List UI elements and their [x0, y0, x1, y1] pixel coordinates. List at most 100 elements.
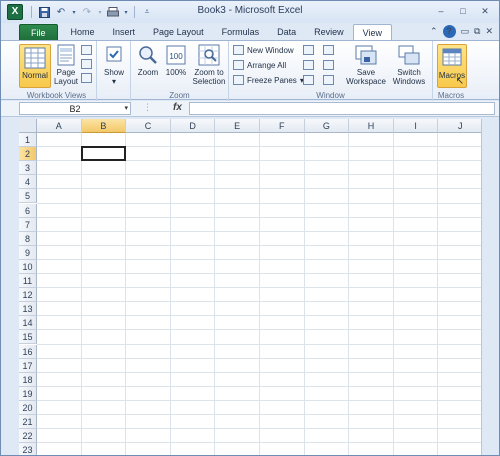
hide-button[interactable] [303, 59, 314, 71]
redo-dropdown-icon[interactable]: ▾ [97, 5, 103, 19]
tab-page-layout[interactable]: Page Layout [144, 24, 213, 41]
full-screen-icon [81, 73, 92, 83]
column-header-j[interactable]: J [438, 119, 483, 133]
gridline-vertical [437, 133, 439, 455]
formula-bar-handle-icon: ⋮ [143, 102, 152, 112]
tab-file[interactable]: File [19, 24, 58, 41]
row-header-15[interactable]: 15 [19, 330, 37, 345]
window-close-icon[interactable]: ✕ [485, 26, 493, 37]
print-dropdown-icon[interactable]: ▾ [123, 5, 129, 19]
row-header-19[interactable]: 19 [19, 386, 37, 401]
close-button[interactable]: ✕ [475, 4, 495, 18]
row-header-20[interactable]: 20 [19, 400, 37, 415]
worksheet-grid[interactable]: ABCDEFGHIJ 1 2 3 4 5 6 7 8 9 10 11 12 13 14 15 16 17 18 19… [19, 119, 483, 455]
row-header-22[interactable]: 22 [19, 429, 37, 444]
row-header-11[interactable]: 11 [19, 274, 37, 289]
reset-window-position-button[interactable] [323, 74, 334, 86]
normal-view-button[interactable]: Normal [19, 44, 51, 88]
zoom-button[interactable]: Zoom [135, 44, 161, 77]
row-header-17[interactable]: 17 [19, 358, 37, 373]
row-header-12[interactable]: 12 [19, 288, 37, 303]
row-header-5[interactable]: 5 [19, 189, 37, 204]
tab-formulas[interactable]: Formulas [213, 24, 269, 41]
row-header-16[interactable]: 16 [19, 344, 37, 359]
excel-icon[interactable]: X [7, 4, 23, 20]
row-header-13[interactable]: 13 [19, 302, 37, 317]
column-header-e[interactable]: E [215, 119, 260, 133]
tab-view[interactable]: View [352, 24, 392, 41]
tab-review[interactable]: Review [305, 24, 353, 41]
row-header-6[interactable]: 6 [19, 203, 37, 218]
column-header-f[interactable]: F [260, 119, 305, 133]
show-button[interactable]: Show ▾ [101, 44, 127, 86]
unhide-button[interactable] [303, 74, 314, 86]
row-header-23[interactable]: 23 [19, 443, 37, 455]
vertical-scrollbar[interactable] [481, 119, 499, 455]
split-button[interactable] [303, 44, 314, 56]
column-header-a[interactable]: A [37, 119, 82, 133]
redo-icon[interactable]: ↷ [80, 5, 94, 19]
switch-windows-button[interactable]: Switch Windows [389, 44, 429, 86]
show-label: Show [103, 68, 124, 77]
full-screen-button[interactable] [81, 72, 92, 84]
gridline-horizontal [37, 258, 483, 260]
help-icon[interactable]: ? [442, 25, 456, 38]
customize-qat-icon[interactable]: ⩡ [140, 5, 154, 19]
name-box-dropdown-icon[interactable]: ▾ [124, 103, 128, 115]
tab-home[interactable]: Home [62, 24, 104, 41]
tab-data[interactable]: Data [268, 24, 305, 41]
gridline-vertical [392, 133, 394, 455]
row-header-18[interactable]: 18 [19, 372, 37, 387]
column-header-b[interactable]: B [81, 119, 127, 133]
row-header-1[interactable]: 1 [19, 133, 37, 148]
column-header-c[interactable]: C [126, 119, 171, 133]
select-all-corner[interactable] [19, 119, 37, 133]
save-workspace-button[interactable]: Save Workspace [345, 44, 387, 86]
page-break-preview-button[interactable] [81, 44, 92, 56]
row-header-21[interactable]: 21 [19, 415, 37, 430]
column-header-d[interactable]: D [170, 119, 216, 133]
synchronous-scrolling-button[interactable] [323, 59, 334, 71]
window-minimize-icon[interactable]: ▭ [461, 26, 470, 37]
insert-function-button[interactable]: fx [173, 102, 182, 113]
row-header-8[interactable]: 8 [19, 231, 37, 246]
unhide-icon [303, 75, 314, 85]
active-cell[interactable] [80, 146, 127, 162]
reset-position-icon [323, 75, 334, 85]
row-header-3[interactable]: 3 [19, 161, 37, 176]
gridline-horizontal [37, 385, 483, 387]
freeze-panes-button[interactable]: Freeze Panes ▾ [233, 74, 304, 86]
formula-input[interactable] [189, 102, 495, 115]
row-header-14[interactable]: 14 [19, 316, 37, 331]
minimize-button[interactable]: – [431, 4, 451, 18]
row-header-4[interactable]: 4 [19, 175, 37, 190]
arrange-all-button[interactable]: Arrange All [233, 59, 286, 71]
column-header-h[interactable]: H [349, 119, 394, 133]
page-layout-view-button[interactable]: Page Layout [53, 44, 79, 86]
new-window-button[interactable]: New Window [233, 44, 294, 56]
macros-button[interactable]: Macros ↖ [437, 44, 467, 88]
tab-insert[interactable]: Insert [104, 24, 145, 41]
restore-button[interactable]: □ [453, 4, 473, 18]
custom-views-button[interactable] [81, 58, 92, 70]
window-restore-icon[interactable]: ⧉ [474, 26, 480, 37]
row-header-10[interactable]: 10 [19, 259, 37, 274]
row-header-9[interactable]: 9 [19, 245, 37, 260]
group-macros: Macros ↖ Macros [433, 41, 469, 101]
undo-dropdown-icon[interactable]: ▾ [71, 5, 77, 19]
zoom-to-selection-button[interactable]: Zoom to Selection [191, 44, 227, 86]
zoom-100-button[interactable]: 100 100% [163, 44, 189, 77]
name-box[interactable]: B2 ▾ [19, 102, 131, 115]
row-header-7[interactable]: 7 [19, 217, 37, 232]
save-icon[interactable] [37, 5, 51, 19]
row-header-2[interactable]: 2 [19, 147, 37, 162]
minimize-ribbon-icon[interactable]: ⌃ [430, 26, 438, 37]
group-window: New Window Arrange All Freeze Panes ▾ Sa… [229, 41, 433, 101]
view-side-by-side-button[interactable] [323, 44, 334, 56]
print-icon[interactable] [106, 5, 120, 19]
undo-icon[interactable]: ↶ [54, 5, 68, 19]
left-margin [1, 119, 19, 455]
column-header-i[interactable]: I [393, 119, 439, 133]
column-header-g[interactable]: G [304, 119, 350, 133]
zoom-selection-label-2: Selection [192, 77, 226, 86]
